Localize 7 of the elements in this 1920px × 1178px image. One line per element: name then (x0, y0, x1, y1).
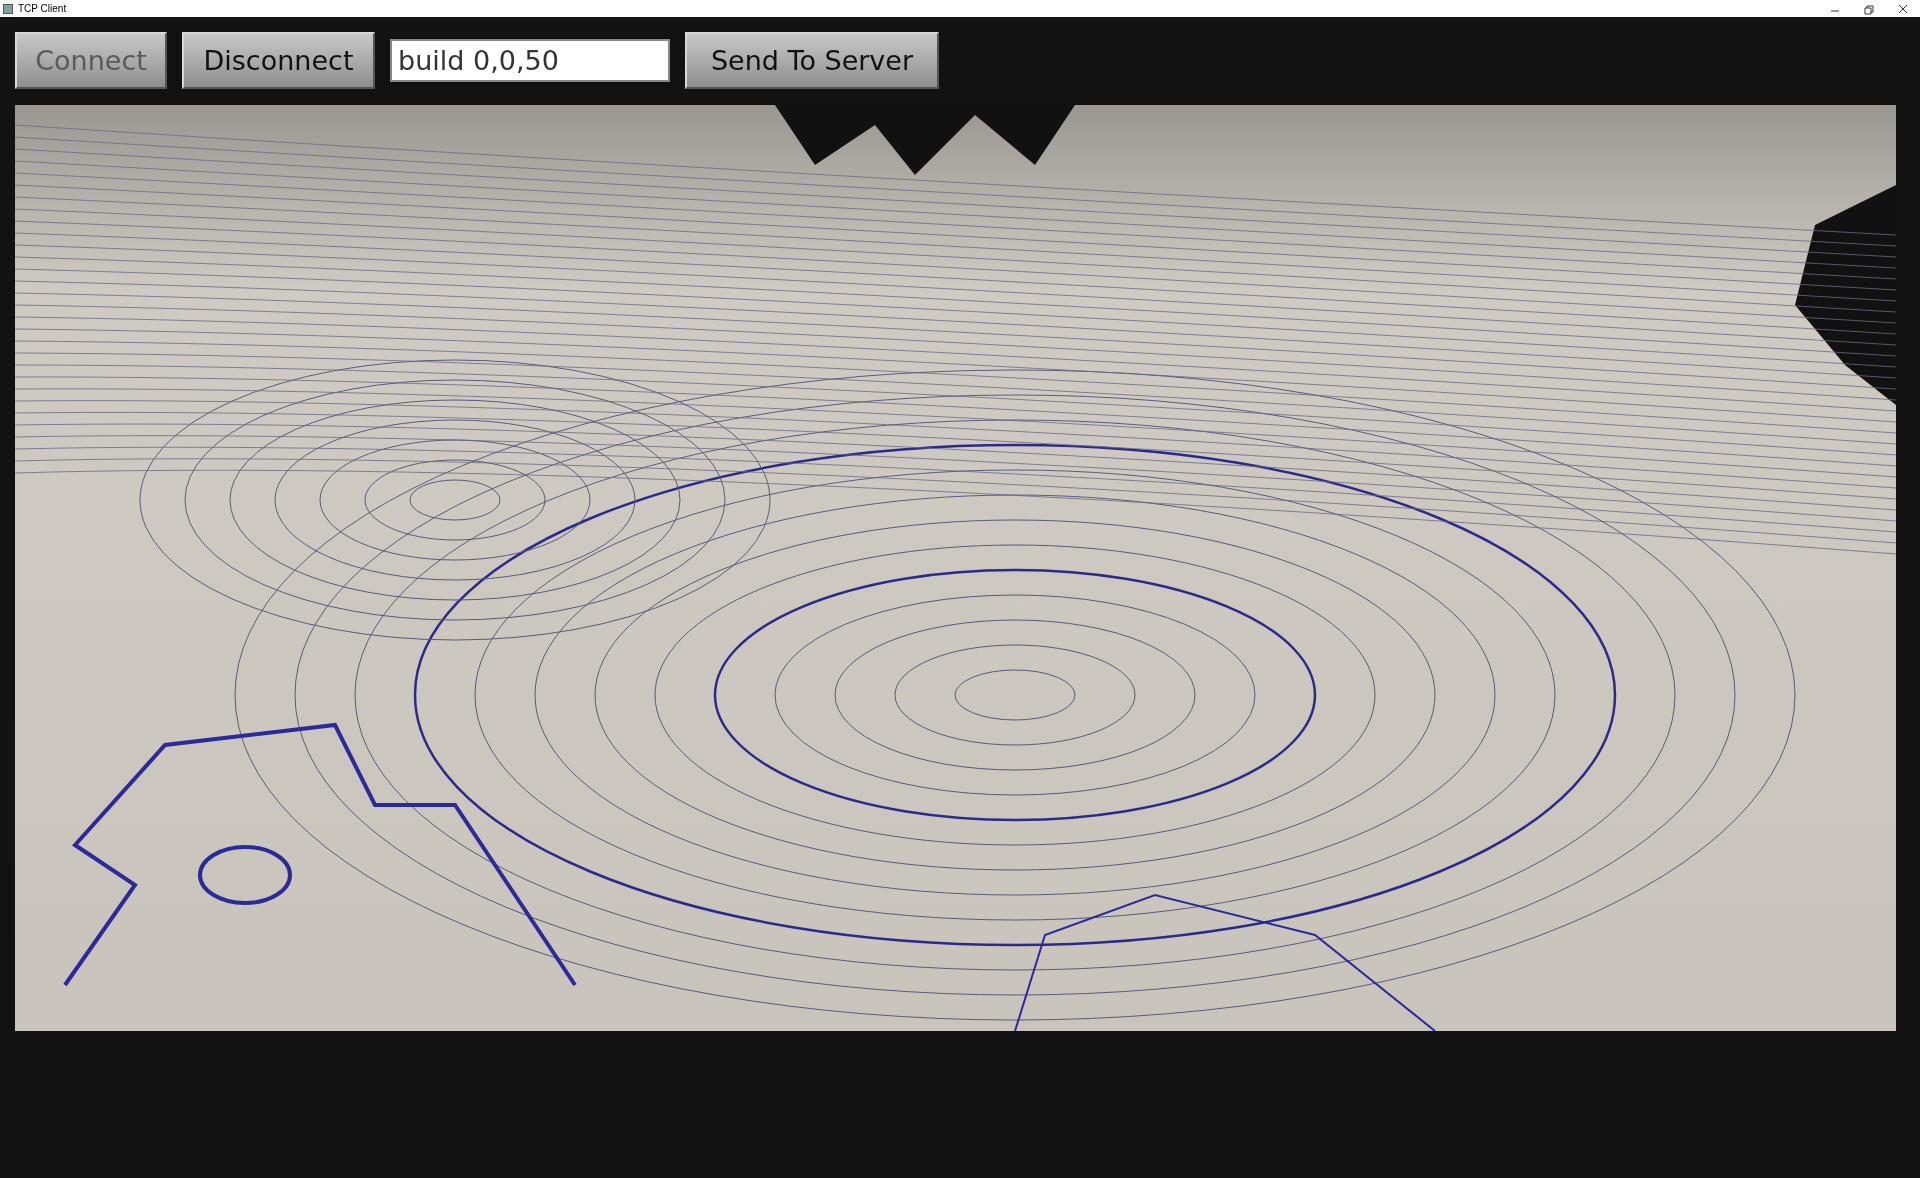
restore-icon[interactable] (1862, 2, 1876, 15)
command-field[interactable]: build 0,0,50 (390, 39, 670, 82)
close-icon[interactable] (1896, 2, 1910, 15)
disconnect-button[interactable]: Disconnect (182, 32, 375, 89)
app-icon (3, 3, 13, 14)
window-title: TCP Client (18, 3, 67, 14)
send-button[interactable]: Send To Server (685, 32, 939, 89)
